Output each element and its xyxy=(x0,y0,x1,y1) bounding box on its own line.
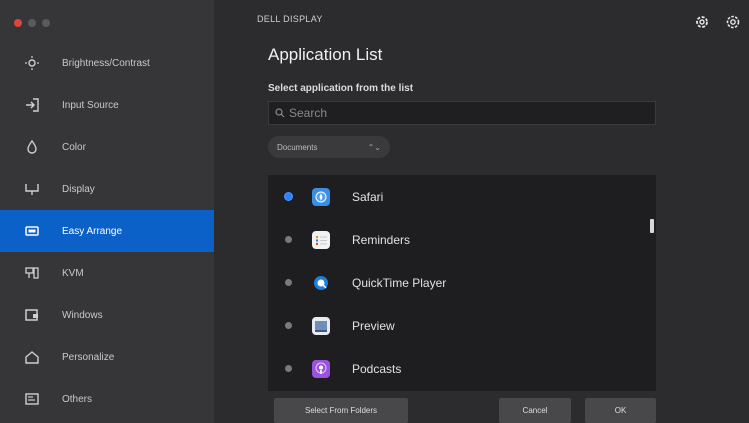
search-field[interactable] xyxy=(268,101,656,125)
search-icon xyxy=(275,108,285,118)
ok-button[interactable]: OK xyxy=(585,398,656,423)
sidebar-item-label: Personalize xyxy=(62,351,115,363)
sidebar-item-windows[interactable]: Windows xyxy=(0,294,214,336)
radio-button[interactable] xyxy=(285,279,292,286)
quicktime-icon xyxy=(312,273,330,292)
sidebar-item-display[interactable]: Display xyxy=(0,168,214,210)
personalize-icon xyxy=(24,349,40,365)
safari-icon xyxy=(312,187,330,206)
app-name: Preview xyxy=(352,318,395,333)
brightness-icon xyxy=(24,55,40,71)
sidebar-item-label: Easy Arrange xyxy=(62,225,123,237)
radio-button[interactable] xyxy=(285,236,292,243)
breadcrumb: DELL DISPLAY xyxy=(257,14,323,24)
sidebar-item-personalize[interactable]: Personalize xyxy=(0,336,214,378)
sidebar-item-color[interactable]: Color xyxy=(0,126,214,168)
list-instruction: Select application from the list xyxy=(268,83,414,94)
page-title: Application List xyxy=(268,45,383,64)
list-item[interactable]: Reminders xyxy=(268,218,656,261)
application-list: Safari Reminders QuickTime Player Previe… xyxy=(268,175,656,391)
app-name: Podcasts xyxy=(352,361,402,376)
app-name: Reminders xyxy=(352,232,411,247)
sidebar-item-label: Color xyxy=(62,141,86,153)
reminders-icon xyxy=(312,230,330,249)
sidebar-item-brightness-contrast[interactable]: Brightness/Contrast xyxy=(0,42,214,84)
sidebar-item-label: Windows xyxy=(62,309,103,321)
display-icon xyxy=(24,181,40,197)
filter-dropdown[interactable]: Documents ⌃⌄ xyxy=(268,136,390,158)
sidebar-item-easy-arrange[interactable]: Easy Arrange xyxy=(0,210,214,252)
sidebar-item-label: Input Source xyxy=(62,99,119,111)
sidebar-item-others[interactable]: Others xyxy=(0,378,214,420)
app-window: Brightness/Contrast Input Source Color D… xyxy=(0,0,749,423)
list-item[interactable]: Preview xyxy=(268,304,656,347)
list-item[interactable]: QuickTime Player xyxy=(268,261,656,304)
filter-selected-value: Documents xyxy=(277,142,318,152)
sidebar-item-kvm[interactable]: KVM xyxy=(0,252,214,294)
radio-button[interactable] xyxy=(285,322,292,329)
podcasts-icon xyxy=(312,359,330,378)
window-controls xyxy=(14,19,50,27)
input-source-icon xyxy=(24,97,40,113)
gear-icon[interactable] xyxy=(694,14,710,30)
select-from-folders-button[interactable]: Select From Folders xyxy=(274,398,408,423)
list-item[interactable]: Safari xyxy=(268,175,656,218)
app-name: QuickTime Player xyxy=(352,275,447,290)
color-icon xyxy=(24,139,40,155)
preview-icon xyxy=(312,316,330,335)
list-item[interactable]: Podcasts xyxy=(268,347,656,390)
app-name: Safari xyxy=(352,189,384,204)
minimize-window-button[interactable] xyxy=(28,19,36,27)
settings-icon[interactable] xyxy=(725,14,741,30)
search-input[interactable] xyxy=(289,106,629,120)
sidebar-item-label: Others xyxy=(62,393,93,405)
sidebar: Brightness/Contrast Input Source Color D… xyxy=(0,0,214,423)
easy-arrange-icon xyxy=(24,223,40,239)
kvm-icon xyxy=(24,265,40,281)
sidebar-item-label: KVM xyxy=(62,267,84,279)
radio-button[interactable] xyxy=(285,365,292,372)
windows-icon xyxy=(24,307,40,323)
sidebar-item-label: Display xyxy=(62,183,95,195)
cancel-button[interactable]: Cancel xyxy=(499,398,571,423)
radio-button[interactable] xyxy=(285,193,292,200)
chevron-updown-icon: ⌃⌄ xyxy=(367,142,381,152)
others-icon xyxy=(24,391,40,407)
zoom-window-button[interactable] xyxy=(42,19,50,27)
scrollbar-thumb[interactable] xyxy=(650,219,654,233)
sidebar-item-input-source[interactable]: Input Source xyxy=(0,84,214,126)
close-window-button[interactable] xyxy=(14,19,22,27)
sidebar-item-label: Brightness/Contrast xyxy=(62,57,150,69)
